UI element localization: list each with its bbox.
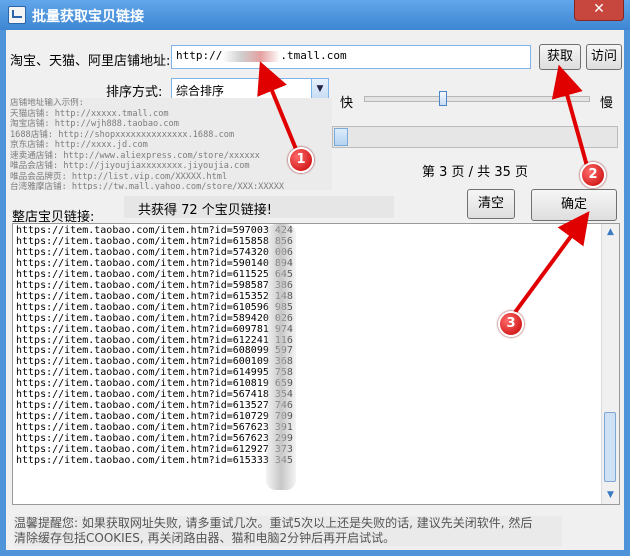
app-window: 批量获取宝贝链接 ✕ 淘宝、天猫、阿里店铺地址: http://.tmall.c… (0, 0, 630, 556)
arrow-2-icon (551, 64, 589, 167)
arrow-1-icon (257, 61, 300, 155)
marker-1-badge: 1 (288, 147, 314, 173)
marker-2-badge: 2 (580, 162, 606, 188)
annotation-arrows (257, 61, 590, 317)
marker-3-badge: 3 (498, 311, 524, 337)
arrow-3-icon (511, 211, 590, 317)
